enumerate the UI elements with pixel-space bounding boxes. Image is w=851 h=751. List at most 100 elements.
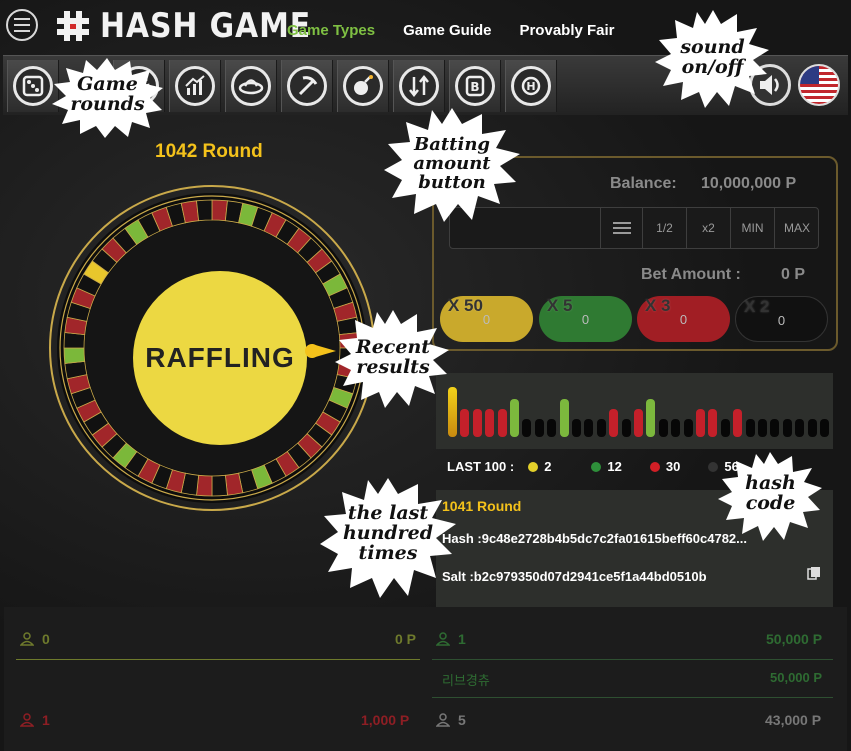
last-100-summary: LAST 100 : 2 12 30 56: [447, 459, 739, 474]
result-bar: [745, 419, 755, 437]
bomb-icon: [343, 66, 383, 106]
annotation-hash-code: hash code: [718, 452, 823, 542]
bet-half-button[interactable]: 1/2: [642, 208, 686, 248]
game-ufo-button[interactable]: [225, 60, 277, 112]
divider: [432, 659, 833, 660]
result-bar: [621, 419, 631, 437]
baccarat-icon: B: [455, 66, 495, 106]
us-flag-icon[interactable]: [798, 64, 840, 106]
nav-game-guide[interactable]: Game Guide: [403, 22, 491, 39]
up-down-icon: [399, 66, 439, 106]
result-bar: [584, 419, 594, 437]
multiplier-x50-button[interactable]: X 50 0: [440, 296, 533, 342]
multiplier-value: 0: [679, 312, 688, 327]
bettor-amount: 43,000 P: [765, 712, 822, 728]
bettor-group-x2-count: 5: [436, 712, 466, 728]
multiplier-x5-button[interactable]: X 5 0: [539, 296, 632, 342]
result-bar: [572, 419, 581, 437]
current-round-title: 1042 Round: [155, 141, 263, 162]
stat-red: 30: [649, 459, 681, 474]
game-bomb-button[interactable]: [337, 60, 389, 112]
wheel-pointer-icon: [305, 344, 336, 358]
stat-green: 12: [591, 459, 622, 474]
annotation-text: sound on/off: [680, 36, 745, 78]
nav-game-types[interactable]: Game Types: [287, 22, 375, 39]
bettor-count: 5: [458, 712, 466, 728]
annotation-last-hundred: the last hundred times: [318, 478, 458, 598]
bet-list-button[interactable]: [600, 208, 642, 248]
game-updown-button[interactable]: [393, 60, 445, 112]
game-mine-button[interactable]: [281, 60, 333, 112]
result-bar: [472, 409, 482, 437]
annotation-text: Batting amount button: [413, 134, 491, 193]
bet-min-button[interactable]: MIN: [730, 208, 774, 248]
red-dot-icon: [649, 461, 660, 472]
wheel-pocket: [211, 474, 228, 497]
bet-amount-label: Bet Amount :: [641, 266, 741, 283]
bettor-group-x3-count: 1: [20, 712, 50, 728]
annotation-betting: Batting amount button: [382, 108, 522, 223]
result-bar: [460, 409, 470, 437]
divider: [432, 697, 833, 698]
user-icon: [436, 632, 450, 646]
wheel-pocket: [211, 199, 228, 222]
raffling-status: RAFFLING: [133, 271, 307, 445]
result-bar: [522, 419, 532, 437]
salt-value[interactable]: Salt :b2c979350d07d2941ce5f1a44bd0510b: [442, 569, 707, 584]
result-bar: [720, 419, 730, 437]
annotation-text: Recent results: [355, 336, 431, 378]
balance-value: 10,000,000 P: [701, 175, 797, 192]
stat-value: 12: [607, 459, 622, 474]
bettor-amount: 50,000 P: [770, 670, 823, 685]
result-bar: [658, 419, 668, 437]
annotation-sound: sound on/off: [655, 10, 770, 110]
user-icon: [436, 713, 450, 727]
bettor-amount: 50,000 P: [766, 631, 823, 647]
game-graph-button[interactable]: [169, 60, 221, 112]
balance-label: Balance:: [610, 175, 677, 192]
bet-max-button[interactable]: MAX: [774, 208, 819, 248]
nav-provably-fair[interactable]: Provably Fair: [519, 22, 614, 39]
annotation-text: Game rounds: [70, 73, 145, 115]
hamburger-menu-icon[interactable]: [6, 9, 38, 41]
copy-icon[interactable]: [807, 566, 821, 580]
bettor-count: 1: [42, 712, 50, 728]
result-bar: [559, 399, 569, 437]
result-bar: [634, 409, 643, 437]
dice-icon: [13, 66, 53, 106]
result-bar: [807, 419, 817, 437]
wheel-pocket: [63, 332, 86, 349]
bettor-count: 1: [458, 631, 466, 647]
multiplier-x3-button[interactable]: X 3 0: [637, 296, 730, 342]
game-hilo-button[interactable]: H: [505, 60, 557, 112]
result-bar: [609, 409, 619, 437]
result-bar: [795, 419, 805, 437]
result-bar: [733, 409, 743, 437]
black-dot-icon: [708, 461, 719, 472]
result-bar: [708, 409, 718, 437]
ufo-icon: [231, 66, 271, 106]
result-bar: [596, 419, 606, 437]
bettors-panel: [4, 607, 847, 751]
annotation-game-rounds: Game rounds: [50, 58, 165, 138]
multiplier-x2-button[interactable]: X 2 0: [735, 296, 828, 342]
bet-double-button[interactable]: x2: [686, 208, 730, 248]
green-dot-icon: [591, 461, 602, 472]
bet-amount-value: 0 P: [781, 266, 806, 283]
result-bar: [646, 399, 656, 437]
result-bar: [510, 399, 519, 437]
svg-text:H: H: [526, 80, 535, 93]
list-icon: [612, 222, 631, 234]
pickaxe-icon: [287, 66, 327, 106]
result-bar: [671, 419, 681, 437]
wheel-pocket: [196, 199, 213, 222]
result-bar: [534, 419, 544, 437]
stat-value: 30: [665, 459, 681, 474]
result-bar: [497, 409, 507, 437]
user-icon: [20, 713, 34, 727]
game-baccarat-button[interactable]: B: [449, 60, 501, 112]
annotation-text: hash code: [745, 472, 796, 514]
hash-logo-icon: [57, 11, 89, 41]
annotation-recent: Recent results: [335, 310, 450, 410]
multiplier-value: 0: [581, 312, 590, 327]
